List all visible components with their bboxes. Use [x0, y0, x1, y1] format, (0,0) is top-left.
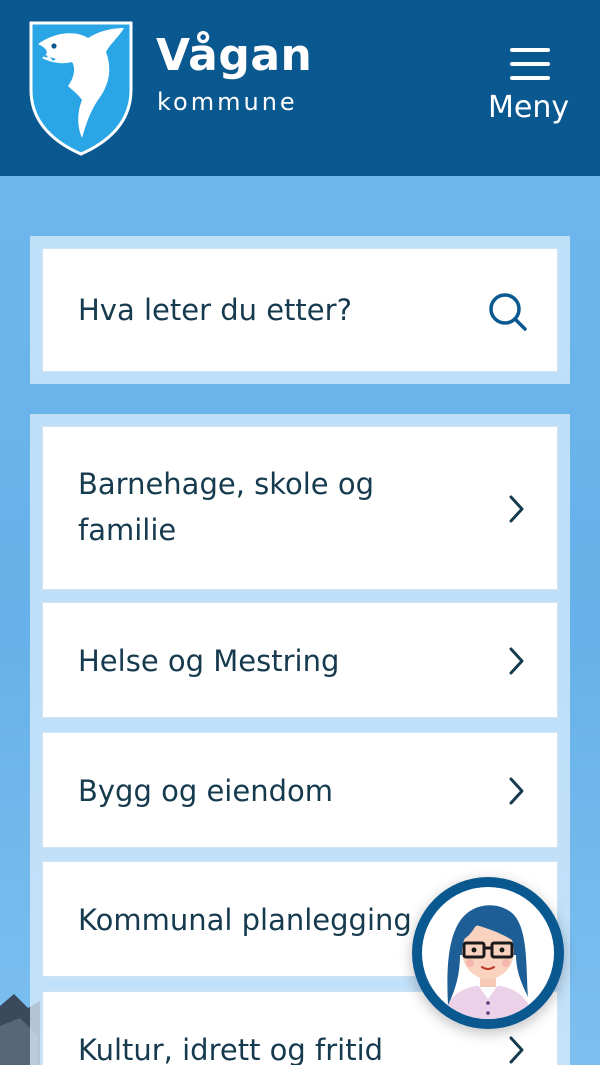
nav-item-label-line2: familie	[78, 513, 177, 547]
brand-name[interactable]: Vågan	[156, 30, 312, 81]
site-header: Vågan kommune Meny	[0, 0, 600, 176]
nav-item-bygg-og-eiendom[interactable]: Bygg og eiendom	[42, 732, 558, 848]
nav-item-label: Kommunal planlegging	[78, 903, 412, 937]
nav-item-barnehage-skole-familie[interactable]: Barnehage, skole og familie	[42, 426, 558, 590]
search-icon[interactable]	[487, 291, 529, 333]
menu-button[interactable]: Meny	[480, 44, 580, 134]
hamburger-icon	[510, 48, 550, 80]
chatbot-avatar-icon	[422, 887, 554, 1019]
nav-item-label: Helse og Mestring	[78, 644, 340, 678]
menu-label: Meny	[488, 90, 570, 125]
chatbot-button[interactable]	[412, 877, 564, 1029]
search-placeholder: Hva leter du etter?	[78, 293, 352, 327]
search-panel: Hva leter du etter?	[30, 236, 570, 384]
nav-item-label: Kultur, idrett og fritid	[78, 1033, 384, 1065]
chevron-right-icon	[509, 495, 524, 523]
search-field[interactable]: Hva leter du etter?	[42, 248, 558, 372]
chevron-right-icon	[509, 777, 524, 805]
nav-item-label: Bygg og eiendom	[78, 774, 333, 808]
chevron-right-icon	[509, 1036, 524, 1064]
vagan-coat-of-arms-icon[interactable]	[28, 20, 134, 156]
chevron-right-icon	[509, 647, 524, 675]
brand-subtitle: kommune	[157, 88, 298, 116]
nav-item-helse-og-mestring[interactable]: Helse og Mestring	[42, 602, 558, 718]
nav-item-label-line1: Barnehage, skole og	[78, 467, 375, 501]
